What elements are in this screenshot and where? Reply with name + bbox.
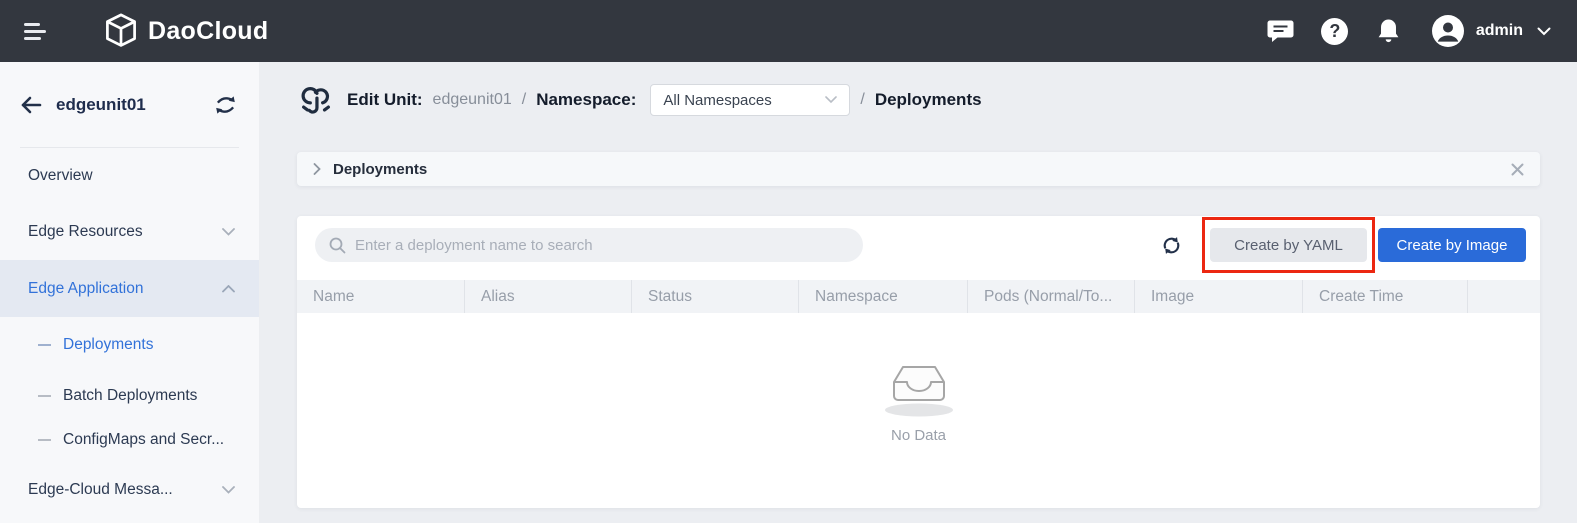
- sidebar-item-label: Edge Application: [28, 280, 143, 298]
- hamburger-menu-icon[interactable]: [24, 23, 48, 40]
- namespace-select[interactable]: All Namespaces: [650, 84, 850, 116]
- help-glyph: ?: [1329, 21, 1340, 42]
- username-label: admin: [1476, 22, 1523, 40]
- deployments-card: Create by YAML Create by Image Name Alia…: [297, 216, 1540, 508]
- brand-logo[interactable]: DaoCloud: [104, 12, 268, 50]
- sidebar: edgeunit01 Overview Edge Resources: [0, 62, 260, 523]
- edge-unit-name: edgeunit01: [56, 95, 214, 115]
- chevron-right-icon[interactable]: [313, 163, 321, 175]
- chevron-down-icon[interactable]: [1537, 27, 1551, 36]
- deployments-collapse-bar[interactable]: Deployments: [297, 152, 1540, 186]
- refresh-icon[interactable]: [1161, 235, 1182, 256]
- help-icon[interactable]: ?: [1308, 18, 1362, 45]
- switch-unit-icon[interactable]: [214, 95, 237, 115]
- avatar: [1432, 15, 1464, 47]
- page-header: Edit Unit: edgeunit01 / Namespace: All N…: [297, 80, 1540, 120]
- sidebar-item-label: Overview: [28, 167, 93, 185]
- close-icon[interactable]: [1511, 163, 1524, 176]
- create-by-yaml-button[interactable]: Create by YAML: [1210, 228, 1367, 262]
- search-input[interactable]: [355, 237, 849, 254]
- main-content: Edit Unit: edgeunit01 / Namespace: All N…: [260, 62, 1577, 523]
- search-box[interactable]: [315, 228, 863, 262]
- chevron-up-icon: [222, 285, 235, 293]
- no-data-label: No Data: [891, 427, 946, 444]
- notifications-bell-icon[interactable]: [1362, 18, 1416, 44]
- column-header-create-time[interactable]: Create Time: [1303, 280, 1468, 313]
- column-header-namespace[interactable]: Namespace: [799, 280, 968, 313]
- sidebar-item-overview[interactable]: Overview: [0, 148, 259, 204]
- breadcrumb-separator: /: [860, 91, 864, 109]
- daocloud-cube-icon: [104, 12, 138, 50]
- sidebar-item-edge-cloud-message[interactable]: Edge-Cloud Messa...: [0, 462, 259, 518]
- back-arrow-icon[interactable]: [20, 96, 42, 114]
- chevron-down-icon: [222, 486, 235, 494]
- deployments-toolbar: Create by YAML Create by Image: [297, 216, 1540, 274]
- sidebar-item-deployments[interactable]: Deployments: [0, 317, 259, 373]
- sidebar-item-label: Edge Resources: [28, 223, 143, 241]
- namespace-label: Namespace:: [536, 90, 636, 110]
- sidebar-item-batch-deployments[interactable]: Batch Deployments: [0, 373, 259, 418]
- chat-icon[interactable]: [1254, 19, 1308, 44]
- sidebar-item-label: Edge-Cloud Messa...: [28, 481, 173, 499]
- sidebar-item-label: Batch Deployments: [63, 387, 197, 405]
- table-header-row: Name Alias Status Namespace Pods (Normal…: [297, 280, 1540, 313]
- column-header-name[interactable]: Name: [297, 280, 465, 313]
- column-header-image[interactable]: Image: [1135, 280, 1303, 313]
- sidebar-item-configmaps-and-secrets[interactable]: ConfigMaps and Secr...: [0, 418, 259, 462]
- sidebar-item-edge-application[interactable]: Edge Application: [0, 260, 259, 317]
- column-header-alias[interactable]: Alias: [465, 280, 632, 313]
- sidebar-item-label: ConfigMaps and Secr...: [63, 431, 224, 449]
- edit-unit-label: Edit Unit:: [347, 90, 423, 110]
- sub-item-dash: [38, 344, 51, 346]
- annotation-highlight-box: Create by YAML: [1202, 217, 1375, 273]
- user-menu[interactable]: admin: [1418, 15, 1551, 47]
- sub-item-dash: [38, 439, 51, 441]
- chevron-down-icon: [222, 228, 235, 236]
- sub-item-dash: [38, 395, 51, 397]
- collapse-bar-title: Deployments: [333, 161, 427, 178]
- top-navigation-bar: DaoCloud ?: [0, 0, 1577, 62]
- empty-state: No Data: [297, 355, 1540, 444]
- brand-name: DaoCloud: [148, 17, 268, 46]
- search-icon: [329, 237, 346, 254]
- column-header-pods[interactable]: Pods (Normal/To...: [968, 280, 1135, 313]
- app-window: DaoCloud ?: [0, 0, 1577, 523]
- page-title: Deployments: [875, 90, 982, 110]
- column-header-actions: [1468, 280, 1540, 313]
- no-data-inbox-icon: [877, 355, 961, 417]
- edit-unit-value: edgeunit01: [433, 91, 512, 109]
- column-header-status[interactable]: Status: [632, 280, 799, 313]
- sidebar-item-label: Deployments: [63, 336, 153, 354]
- sidebar-item-edge-resources[interactable]: Edge Resources: [0, 204, 259, 260]
- sidebar-header: edgeunit01: [0, 62, 259, 148]
- breadcrumb-separator: /: [522, 91, 526, 109]
- edge-unit-icon: [297, 80, 335, 120]
- chevron-down-icon: [825, 96, 837, 104]
- topbar-actions: ? admin: [1254, 15, 1551, 47]
- create-by-image-button[interactable]: Create by Image: [1378, 228, 1526, 262]
- namespace-select-value: All Namespaces: [663, 92, 825, 109]
